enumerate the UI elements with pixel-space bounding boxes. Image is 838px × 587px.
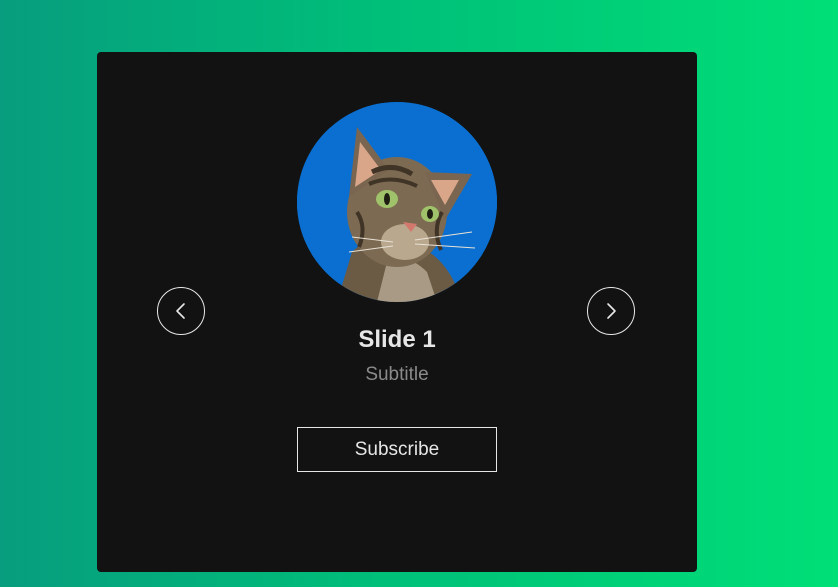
slider-card: Slide 1 Subtitle Subscribe <box>97 52 697 572</box>
slide-subtitle: Subtitle <box>365 364 429 385</box>
slide-avatar-image <box>297 102 497 302</box>
slide-title: Slide 1 <box>358 326 436 353</box>
subscribe-button[interactable]: Subscribe <box>297 427 497 472</box>
chevron-right-icon <box>607 303 616 319</box>
cat-photo <box>297 102 497 302</box>
chevron-left-icon <box>176 303 185 319</box>
